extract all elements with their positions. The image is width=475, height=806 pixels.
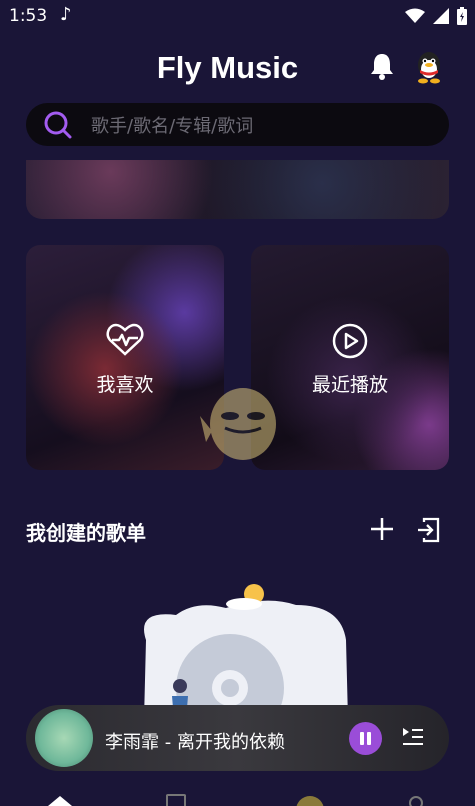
- mini-player[interactable]: 李雨霏 - 离开我的依赖: [26, 705, 449, 771]
- playlist-queue-icon[interactable]: [401, 726, 425, 748]
- qq-penguin-icon[interactable]: [413, 50, 445, 84]
- favorites-label: 我喜欢: [96, 374, 154, 396]
- status-bar: 1:53 ♪: [0, 0, 475, 34]
- avatar-icon[interactable]: [296, 796, 324, 806]
- status-icons: [405, 7, 467, 25]
- empty-playlist-illustration: [144, 584, 348, 720]
- album-cover[interactable]: [35, 709, 93, 767]
- search-icon[interactable]: [43, 110, 73, 140]
- pause-button[interactable]: [349, 722, 382, 755]
- wifi-icon: [405, 8, 425, 23]
- heart-pulse-icon: [106, 323, 144, 356]
- status-time: 1:53: [9, 6, 48, 26]
- signal-icon: [433, 8, 449, 24]
- bottom-nav: [0, 786, 475, 806]
- favorites-card[interactable]: 我喜欢: [26, 245, 224, 470]
- music-note-icon: ♪: [60, 4, 72, 25]
- mascot-icon: [200, 388, 276, 460]
- play-circle-icon: [332, 323, 368, 359]
- header: Fly Music: [0, 42, 475, 96]
- import-icon[interactable]: [416, 517, 440, 543]
- bell-icon[interactable]: [369, 52, 395, 80]
- section-title: 我创建的歌单: [26, 521, 146, 545]
- search-placeholder: 歌手/歌名/专辑/歌词: [91, 115, 254, 137]
- add-icon[interactable]: [370, 517, 394, 541]
- now-playing-title: 李雨霏 - 离开我的依赖: [105, 732, 285, 753]
- my-playlists-header: 我创建的歌单: [26, 515, 449, 545]
- battery-icon: [457, 7, 467, 25]
- document-icon[interactable]: [166, 794, 186, 806]
- banner-image[interactable]: [26, 160, 449, 219]
- home-icon[interactable]: [48, 796, 72, 806]
- search-bar[interactable]: 歌手/歌名/专辑/歌词: [26, 103, 449, 146]
- search-icon[interactable]: [409, 796, 423, 806]
